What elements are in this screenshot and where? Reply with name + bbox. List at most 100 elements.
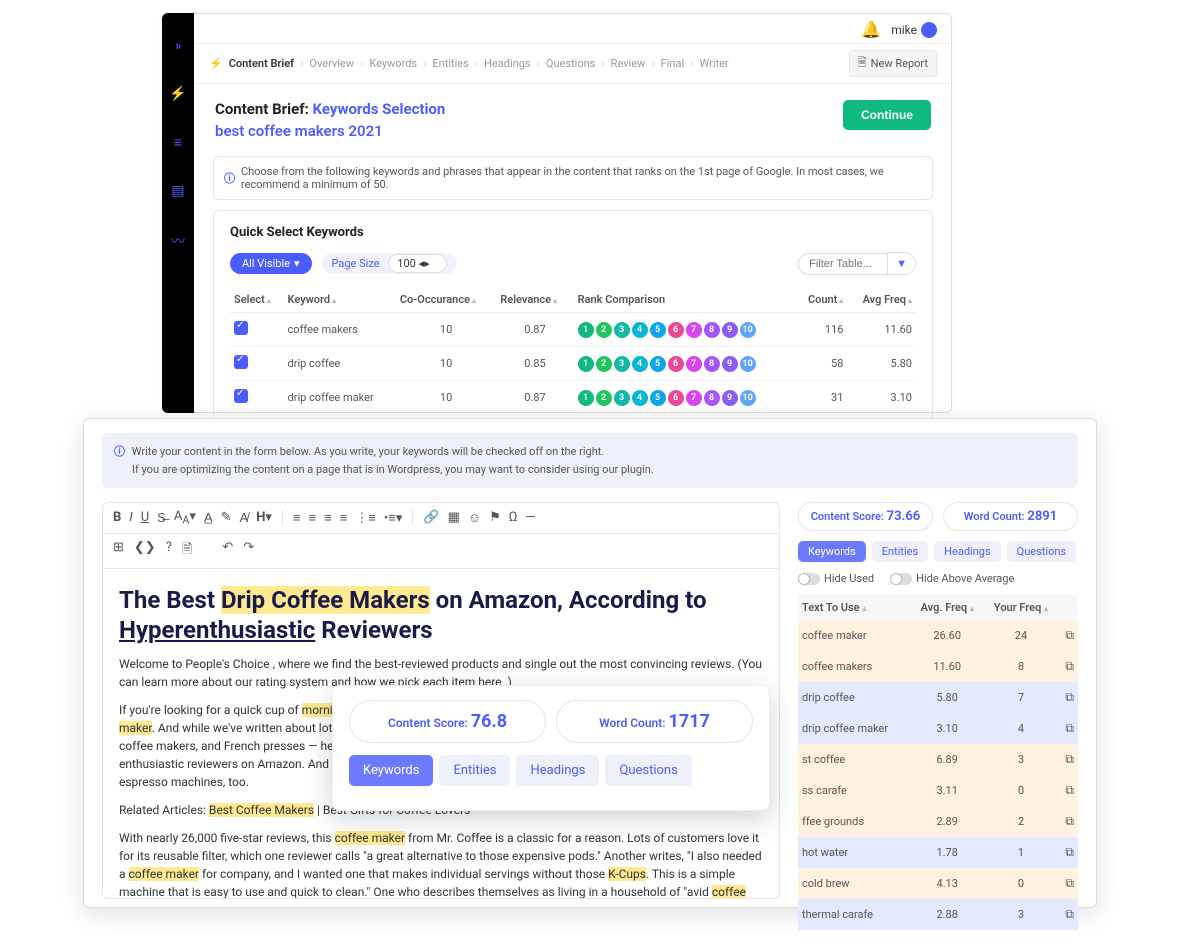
link-icon[interactable]: 🔗: [423, 510, 439, 525]
tooltip-tab-questions[interactable]: Questions: [605, 755, 691, 786]
code-icon[interactable]: ❮❯: [134, 540, 156, 562]
omega-icon[interactable]: Ω: [509, 510, 518, 525]
col-count[interactable]: Count▴: [796, 287, 848, 313]
rank-dot: 3: [614, 356, 630, 372]
font-size-icon[interactable]: AA▾: [174, 509, 196, 527]
redo-icon[interactable]: ↷: [243, 540, 254, 562]
usage-row: coffee maker 26.60 24 ⧉: [798, 620, 1078, 651]
breadcrumb: ⚡ Content Brief › Overview › Keywords › …: [195, 43, 951, 84]
strike-icon[interactable]: S̶: [157, 510, 166, 526]
copy-icon[interactable]: ⧉: [1065, 659, 1074, 673]
tab-questions[interactable]: Questions: [1007, 541, 1076, 562]
crumb-final[interactable]: Final: [661, 57, 685, 70]
align-justify-icon[interactable]: ≡: [340, 510, 348, 526]
copy-icon[interactable]: ⧉: [1065, 628, 1074, 642]
align-center-icon[interactable]: ≡: [309, 510, 317, 526]
list-ordered-icon[interactable]: ⋮≡: [355, 510, 376, 526]
crumb-review[interactable]: Review: [611, 57, 646, 70]
dash-icon[interactable]: —: [525, 510, 535, 525]
continue-button[interactable]: Continue: [843, 100, 931, 130]
rank-dots: 12345678910: [578, 322, 792, 338]
page-size-select[interactable]: Page Size 100 ◂▸: [322, 253, 457, 274]
crumb-questions[interactable]: Questions: [546, 57, 595, 70]
toggle-hide-used[interactable]: Hide Used: [798, 572, 874, 585]
col-relevance[interactable]: Relevance▴: [496, 287, 573, 313]
copy-icon[interactable]: ⧉: [1065, 907, 1074, 921]
document-icon: 🗎: [858, 54, 867, 73]
crumb-entities[interactable]: Entities: [432, 57, 468, 70]
pulse-icon[interactable]: 〰: [171, 231, 185, 251]
italic-icon[interactable]: I: [129, 510, 132, 525]
copy-icon[interactable]: ⧉: [1065, 876, 1074, 890]
col-rank[interactable]: Rank Comparison: [574, 287, 796, 313]
filter-input[interactable]: [798, 253, 888, 275]
rank-dot: 10: [740, 356, 756, 372]
tab-headings[interactable]: Headings: [934, 541, 1000, 562]
copy-icon[interactable]: ⧉: [1065, 690, 1074, 704]
col-avgfreq[interactable]: Avg. Freq ▴: [911, 595, 984, 620]
crumb-keywords[interactable]: Keywords: [369, 57, 417, 70]
rank-dot: 4: [632, 390, 648, 406]
tooltip-tab-headings[interactable]: Headings: [516, 755, 599, 786]
page-title: Content Brief: Keywords Selection: [215, 100, 445, 118]
zap-icon[interactable]: ⚡: [169, 86, 186, 102]
copy-icon[interactable]: ⧉: [1065, 845, 1074, 859]
rank-dot: 5: [650, 390, 666, 406]
col-avgfreq[interactable]: Avg Freq▴: [847, 287, 916, 313]
row-checkbox[interactable]: [234, 389, 248, 403]
tab-keywords[interactable]: Keywords: [798, 541, 866, 562]
user-menu[interactable]: mike: [891, 22, 937, 38]
table-icon[interactable]: ▦: [448, 510, 460, 525]
rank-dot: 2: [596, 390, 612, 406]
grid-icon[interactable]: ⊞: [113, 540, 124, 562]
copy-icon[interactable]: ⧉: [1065, 752, 1074, 766]
list-unordered-icon[interactable]: •≡▾: [384, 510, 403, 526]
rank-dot: 10: [740, 322, 756, 338]
col-select[interactable]: Select▴: [230, 287, 284, 313]
tooltip-tab-entities[interactable]: Entities: [439, 755, 510, 786]
expand-icon[interactable]: »: [175, 38, 182, 54]
help-icon[interactable]: ?: [166, 540, 172, 562]
crumb-writer[interactable]: Writer: [699, 57, 728, 70]
col-cooccurance[interactable]: Co-Occurance▴: [396, 287, 496, 313]
col-keyword[interactable]: Keyword▴: [284, 287, 396, 313]
sidebar-panel: Content Score: 73.66 Word Count: 2891 Ke…: [798, 502, 1078, 930]
crumb-headings[interactable]: Headings: [484, 57, 530, 70]
list-icon[interactable]: ≡: [174, 134, 182, 151]
new-report-button[interactable]: 🗎 New Report: [849, 50, 937, 77]
tooltip-tab-keywords[interactable]: Keywords: [349, 755, 433, 786]
row-checkbox[interactable]: [234, 355, 248, 369]
tab-entities[interactable]: Entities: [872, 541, 928, 562]
clear-format-icon[interactable]: A̸: [240, 510, 249, 526]
row-checkbox[interactable]: [234, 321, 248, 335]
filter-icon[interactable]: ▼: [888, 252, 916, 275]
align-left-icon[interactable]: ≡: [293, 510, 301, 526]
col-text[interactable]: Text To Use ▴: [798, 595, 911, 620]
bell-icon[interactable]: 🔔: [861, 20, 881, 39]
tooltip-word-count: Word Count: 1717: [556, 700, 753, 743]
bold-icon[interactable]: B: [113, 510, 121, 525]
copy-icon[interactable]: ⧉: [1065, 721, 1074, 735]
underline-icon[interactable]: U: [141, 510, 149, 525]
align-right-icon[interactable]: ≡: [324, 510, 332, 526]
copy-icon[interactable]: ⧉: [1065, 814, 1074, 828]
info-banner: ⓘ Choose from the following keywords and…: [213, 156, 933, 200]
book-icon[interactable]: ▤: [171, 183, 184, 199]
flag-icon[interactable]: ⚑: [489, 510, 501, 525]
copy-icon[interactable]: ⧉: [1065, 783, 1074, 797]
rank-dots: 12345678910: [578, 390, 792, 406]
col-yourfreq[interactable]: Your Freq ▴: [984, 595, 1058, 620]
undo-icon[interactable]: ↶: [222, 540, 233, 562]
page-icon[interactable]: 🗎: [182, 540, 192, 562]
emoji-icon[interactable]: ☺: [468, 510, 481, 526]
usage-row: coffee makers 11.60 8 ⧉: [798, 651, 1078, 682]
crumb-overview[interactable]: Overview: [309, 57, 354, 70]
text-color-icon[interactable]: A̲: [204, 510, 213, 526]
highlight-icon[interactable]: ✎: [221, 510, 232, 525]
toggle-hide-above[interactable]: Hide Above Average: [890, 572, 1014, 585]
heading-icon[interactable]: H▾: [256, 510, 272, 525]
score-tooltip: Content Score: 76.8 Word Count: 1717 Key…: [332, 685, 770, 811]
all-visible-dropdown[interactable]: All Visible ▾: [230, 253, 312, 274]
rank-dot: 7: [686, 390, 702, 406]
crumb-content-brief[interactable]: Content Brief: [229, 57, 294, 70]
